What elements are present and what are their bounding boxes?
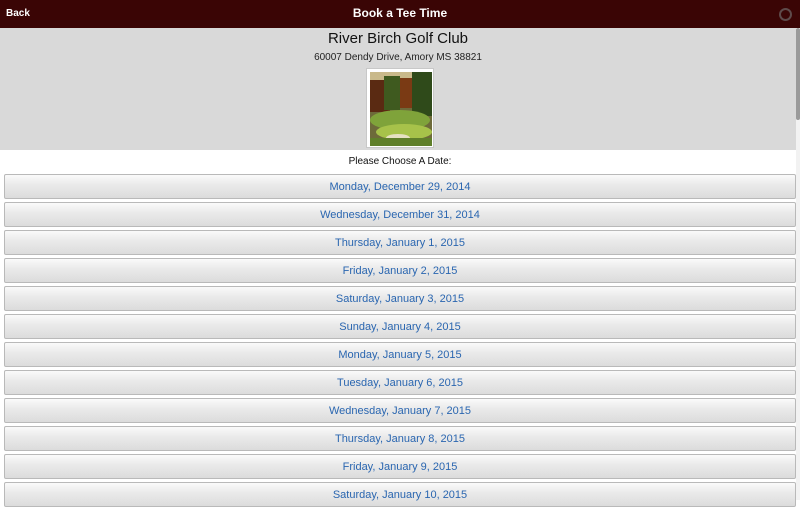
scrollbar[interactable] (796, 28, 800, 500)
club-photo (366, 68, 434, 148)
date-button[interactable]: Tuesday, January 6, 2015 (4, 370, 796, 395)
date-list: Monday, December 29, 2014 Wednesday, Dec… (4, 174, 796, 510)
top-bar: Back Book a Tee Time (0, 0, 800, 28)
golf-course-photo-icon (370, 72, 432, 146)
date-button[interactable]: Wednesday, January 7, 2015 (4, 398, 796, 423)
date-button[interactable]: Thursday, January 1, 2015 (4, 230, 796, 255)
date-button[interactable]: Wednesday, December 31, 2014 (4, 202, 796, 227)
page-title: Book a Tee Time (352, 6, 448, 20)
club-info-panel: River Birch Golf Club 60007 Dendy Drive,… (0, 28, 796, 150)
date-button[interactable]: Saturday, January 10, 2015 (4, 482, 796, 507)
date-button[interactable]: Monday, December 29, 2014 (4, 174, 796, 199)
scrollbar-thumb[interactable] (796, 28, 800, 120)
choose-date-label: Please Choose A Date: (348, 156, 452, 167)
date-button[interactable]: Thursday, January 8, 2015 (4, 426, 796, 451)
date-button[interactable]: Saturday, January 3, 2015 (4, 286, 796, 311)
date-button[interactable]: Friday, January 2, 2015 (4, 258, 796, 283)
date-button[interactable]: Friday, January 9, 2015 (4, 454, 796, 479)
loading-spinner-icon (779, 8, 792, 21)
club-address: 60007 Dendy Drive, Amory MS 38821 (314, 52, 482, 63)
club-name: River Birch Golf Club (327, 30, 469, 47)
date-button[interactable]: Monday, January 5, 2015 (4, 342, 796, 367)
date-button[interactable]: Sunday, January 4, 2015 (4, 314, 796, 339)
